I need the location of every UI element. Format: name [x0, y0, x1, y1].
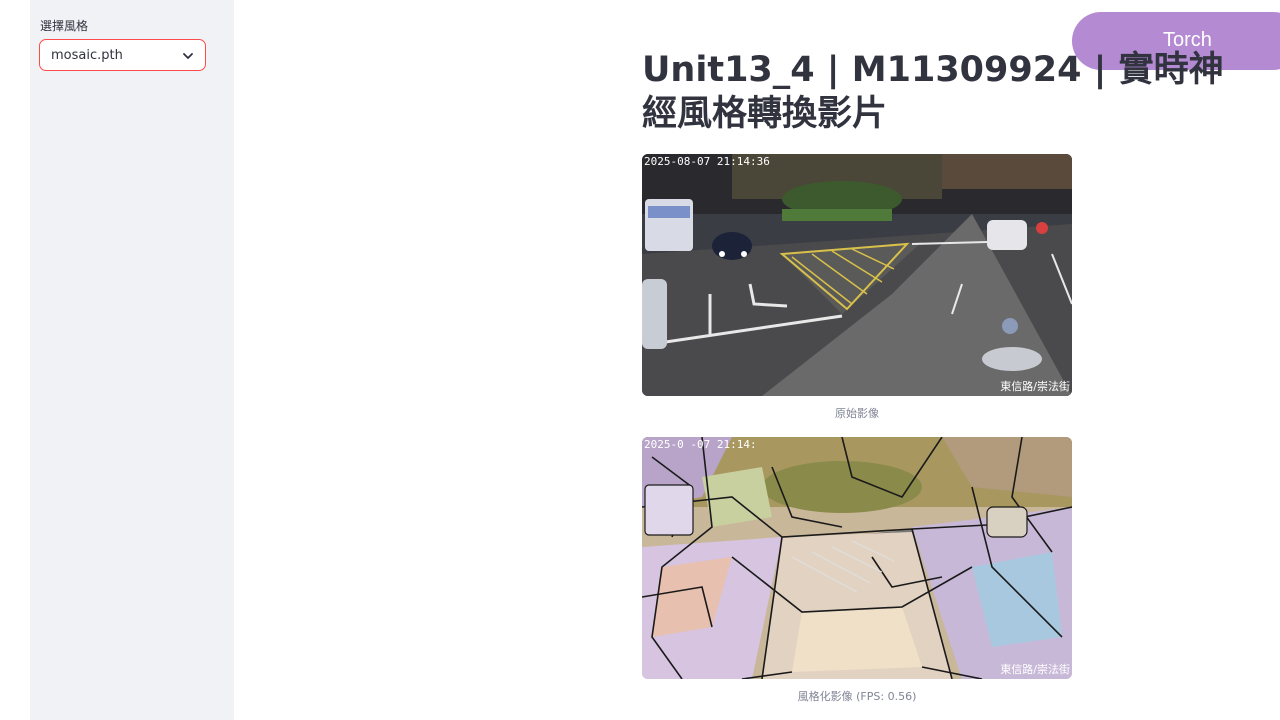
stylized-video-frame: 2025-0 -07 21:14: 東信路/崇法街 [642, 437, 1072, 679]
style-select[interactable]: mosaic.pth [39, 39, 206, 71]
left-margin [0, 0, 30, 720]
stylized-location: 東信路/崇法街 [1000, 663, 1070, 676]
original-street-image [642, 154, 1072, 396]
page-title: Unit13_4 | M11309924 | 實時神經風格轉換影片 [642, 50, 1224, 134]
sidebar: 選擇風格 mosaic.pth [30, 0, 234, 720]
stylized-street-image [642, 437, 1072, 679]
style-select-value: mosaic.pth [51, 48, 123, 63]
original-timestamp: 2025-08-07 21:14:36 [644, 155, 770, 168]
stylized-caption: 風格化影像 (FPS: 0.56) [797, 690, 917, 703]
original-caption: 原始影像 [835, 407, 879, 420]
chevron-down-icon [183, 53, 193, 59]
original-video-frame: 2025-08-07 21:14:36 東信路/崇法街 [642, 154, 1072, 396]
style-select-label: 選擇風格 [40, 19, 89, 33]
original-location: 東信路/崇法街 [1000, 380, 1070, 393]
stylized-timestamp: 2025-0 -07 21:14: [644, 438, 757, 451]
